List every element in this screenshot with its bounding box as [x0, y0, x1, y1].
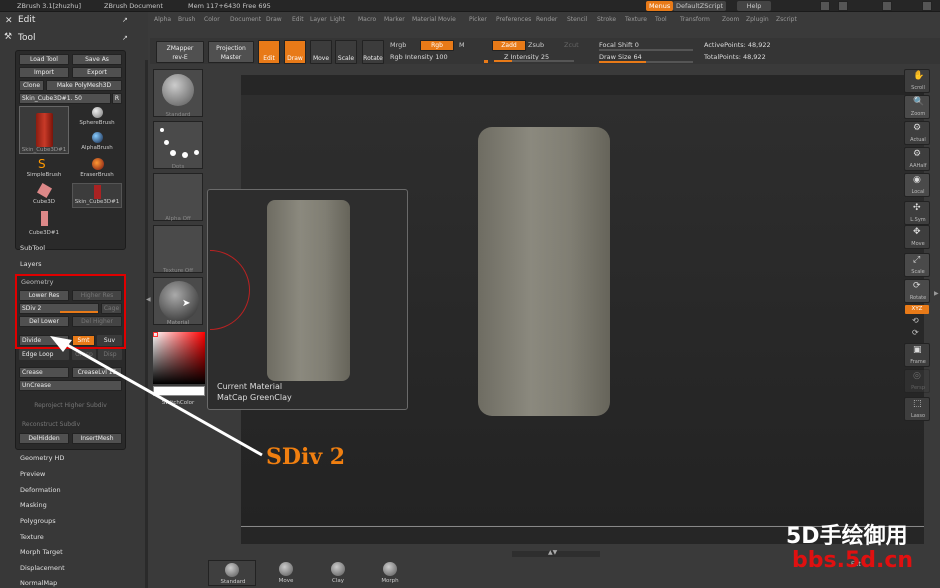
- right-shelf-label: AAHalf: [909, 163, 927, 169]
- right-shelf-label: Actual: [910, 137, 926, 143]
- bottom-brush-clay[interactable]: Clay: [312, 560, 364, 586]
- right-shelf-label: Zoom: [910, 111, 926, 117]
- actual-icon: ⚙: [913, 123, 922, 133]
- bottom-label: Standard: [220, 579, 246, 585]
- zoom-button[interactable]: 🔍 Zoom: [904, 95, 930, 119]
- right-shelf-label: Scale: [911, 269, 925, 275]
- bottom-brush-move[interactable]: Move: [260, 560, 312, 586]
- morph-icon: [383, 562, 397, 576]
- move-icon: [279, 562, 293, 576]
- right-shelf-label: Local: [911, 189, 925, 195]
- zoom-icon: 🔍: [913, 97, 925, 107]
- frame-button[interactable]: ▣ Frame: [904, 343, 930, 367]
- lsym-button[interactable]: ✣ L.Sym: [904, 201, 930, 225]
- xyz-toggle[interactable]: XYZ: [905, 305, 929, 314]
- bottom-brush-morph[interactable]: Morph: [364, 560, 416, 586]
- timeline-handle[interactable]: ▲▼: [512, 549, 600, 557]
- actual-button[interactable]: ⚙ Actual: [904, 121, 930, 145]
- scroll-button[interactable]: ✋ Scroll: [904, 69, 930, 93]
- right-shelf-label: Persp: [911, 385, 925, 391]
- right-shelf: ✋ Scroll 🔍 Zoom ⚙ Actual ⚙ AAHalf ◉ Local ✣ L.Sym ✥ M…: [902, 64, 932, 424]
- scale-button[interactable]: ⤢ Scale: [904, 253, 930, 277]
- rotate-axis-icon[interactable]: ⟲: [912, 316, 919, 325]
- move-button[interactable]: ✥ Move: [904, 225, 930, 249]
- local-button[interactable]: ◉ Local: [904, 173, 930, 197]
- lsym-icon: ✣: [913, 203, 921, 213]
- local-icon: ◉: [913, 175, 921, 185]
- aahalf-button[interactable]: ⚙ AAHalf: [904, 147, 930, 171]
- watermark-title: 5D手绘御用: [786, 524, 908, 549]
- clay-icon: [331, 562, 345, 576]
- annotation-arrow: [50, 336, 263, 457]
- persp-icon: ◎: [913, 371, 921, 381]
- scroll-icon: ✋: [913, 71, 925, 81]
- move-icon: ✥: [913, 227, 921, 237]
- rotate-icon: ⟳: [913, 281, 921, 291]
- lasso-icon: ⬚: [913, 399, 922, 409]
- aahalf-icon: ⚙: [913, 149, 922, 159]
- bottom-label: Move: [278, 578, 294, 584]
- annotation-label: SDiv 2: [266, 444, 346, 470]
- right-shelf-label: Lasso: [910, 413, 926, 419]
- scale-icon: ⤢: [913, 255, 921, 265]
- watermark-url: bbs.5d.cn: [792, 548, 914, 573]
- handle-arrows-icon: ▲▼: [548, 549, 558, 556]
- right-shelf-label: Rotate: [909, 295, 927, 301]
- rotate-button[interactable]: ⟳ Rotate: [904, 279, 930, 303]
- bottom-label: Morph: [381, 578, 399, 584]
- right-tray-icon[interactable]: ▶: [934, 290, 939, 297]
- frame-icon: ▣: [913, 345, 922, 355]
- bottom-shelf: Standard Move Clay Morph: [206, 560, 416, 588]
- right-shelf-label: Scroll: [911, 85, 925, 91]
- bottom-brush-standard[interactable]: Standard: [208, 560, 256, 586]
- right-shelf-label: L.Sym: [910, 217, 926, 223]
- standard-icon: [225, 563, 239, 577]
- right-shelf-label: Move: [911, 241, 925, 247]
- bottom-label: Clay: [332, 578, 344, 584]
- right-shelf-label: Frame: [910, 359, 926, 365]
- persp-button[interactable]: ◎ Persp: [904, 369, 930, 393]
- rotate-axis2-icon[interactable]: ⟳: [912, 328, 919, 337]
- lasso-button[interactable]: ⬚ Lasso: [904, 397, 930, 421]
